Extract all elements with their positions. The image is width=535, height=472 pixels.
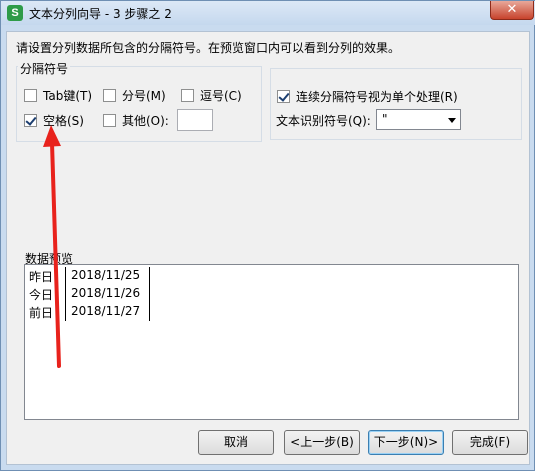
qualifier-value: ": [382, 112, 388, 126]
column-separator[interactable]: [65, 267, 66, 285]
comma-label: 逗号(C): [200, 89, 242, 103]
text-qualifier-select[interactable]: ": [376, 109, 461, 130]
column-separator[interactable]: [65, 285, 66, 303]
tab-label: Tab键(T): [43, 89, 93, 103]
column-separator[interactable]: [65, 303, 66, 321]
tab-option[interactable]: Tab键(T): [24, 87, 92, 104]
other-option[interactable]: 其他(O):: [103, 112, 169, 129]
close-button[interactable]: ✕: [490, 1, 534, 20]
other-checkbox[interactable]: [103, 114, 116, 127]
finish-button[interactable]: 完成(F): [452, 430, 528, 455]
column-separator[interactable]: [149, 303, 150, 321]
preview-cell: 今日: [29, 288, 54, 302]
comma-checkbox[interactable]: [181, 89, 194, 102]
consecutive-checkbox[interactable]: [277, 90, 290, 103]
other-delimiter-input[interactable]: [177, 109, 213, 131]
data-preview[interactable]: 昨日 2018/11/25 今日 2018/11/26 前日 2018/11/2…: [24, 264, 519, 420]
preview-cell: 2018/11/27: [71, 304, 141, 318]
semicolon-checkbox[interactable]: [103, 89, 116, 102]
tab-checkbox[interactable]: [24, 89, 37, 102]
dialog-body: 请设置分列数据所包含的分隔符号。在预览窗口内可以看到分列的效果。 分隔符号 Ta…: [6, 31, 530, 465]
preview-cell: 前日: [29, 306, 54, 320]
semicolon-label: 分号(M): [122, 89, 166, 103]
delimiters-group-title: 分隔符号: [18, 60, 71, 77]
chevron-down-icon: [448, 118, 456, 123]
space-label: 空格(S): [43, 114, 84, 128]
column-separator[interactable]: [149, 267, 150, 285]
app-icon: S: [7, 5, 23, 21]
window-title: 文本分列向导 - 3 步骤之 2: [29, 7, 172, 21]
preview-cell: 2018/11/25: [71, 268, 141, 282]
preview-cell: 2018/11/26: [71, 286, 141, 300]
semicolon-option[interactable]: 分号(M): [103, 87, 166, 104]
preview-cell: 昨日: [29, 270, 54, 284]
next-button[interactable]: 下一步(N)>: [368, 430, 444, 455]
title-bar: S 文本分列向导 - 3 步骤之 2 ✕: [1, 1, 535, 25]
consecutive-label: 连续分隔符号视为单个处理(R): [296, 90, 458, 104]
column-separator[interactable]: [149, 285, 150, 303]
other-label: 其他(O):: [122, 114, 169, 128]
delimiters-group: [16, 66, 262, 142]
cancel-button[interactable]: 取消: [198, 430, 274, 455]
text-to-columns-dialog: S 文本分列向导 - 3 步骤之 2 ✕ 请设置分列数据所包含的分隔符号。在预览…: [0, 0, 535, 471]
qualifier-label: 文本识别符号(Q):: [276, 114, 371, 128]
space-checkbox[interactable]: [24, 114, 37, 127]
space-option[interactable]: 空格(S): [24, 112, 84, 129]
comma-option[interactable]: 逗号(C): [181, 87, 242, 104]
back-button[interactable]: <上一步(B): [284, 430, 360, 455]
instruction-text: 请设置分列数据所包含的分隔符号。在预览窗口内可以看到分列的效果。: [16, 41, 401, 55]
consecutive-option[interactable]: 连续分隔符号视为单个处理(R): [277, 88, 458, 105]
